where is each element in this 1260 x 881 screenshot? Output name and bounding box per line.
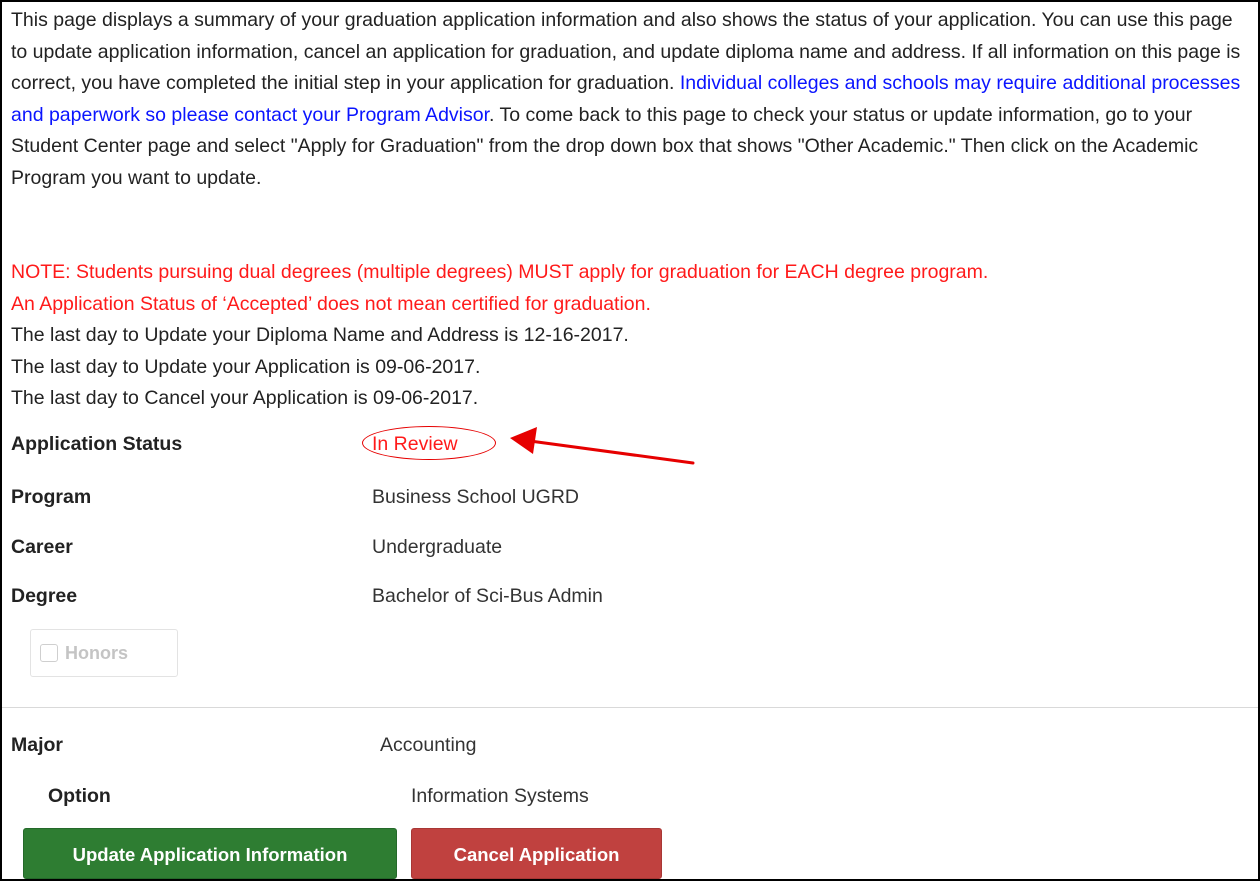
deadline-cancel: The last day to Cancel your Application … <box>11 387 479 409</box>
major-value: Accounting <box>380 734 477 756</box>
career-value: Undergraduate <box>372 536 503 558</box>
section-divider <box>2 707 1258 708</box>
degree-label: Degree <box>11 585 78 607</box>
intro-paragraph: This page displays a summary of your gra… <box>11 5 1251 194</box>
option-value: Information Systems <box>411 785 589 807</box>
notes-and-deadlines: NOTE: Students pursuing dual degrees (mu… <box>11 257 1251 415</box>
career-label: Career <box>11 536 73 558</box>
honors-checkbox[interactable]: Honors <box>30 629 178 677</box>
application-status-label: Application Status <box>11 433 183 455</box>
update-application-button[interactable]: Update Application Information <box>23 828 397 879</box>
program-value: Business School UGRD <box>372 486 579 508</box>
deadline-diploma: The last day to Update your Diploma Name… <box>11 324 629 346</box>
degree-value: Bachelor of Sci-Bus Admin <box>372 585 603 607</box>
cancel-application-button[interactable]: Cancel Application <box>411 828 662 879</box>
checkbox-icon <box>40 644 58 662</box>
option-label: Option <box>48 785 111 807</box>
program-label: Program <box>11 486 92 508</box>
deadline-update: The last day to Update your Application … <box>11 355 481 378</box>
major-label: Major <box>11 734 64 756</box>
accepted-status-note: An Application Status of ‘Accepted’ does… <box>11 292 651 315</box>
honors-label: Honors <box>65 643 128 663</box>
annotation-circle-icon <box>362 426 496 460</box>
dual-degree-note: NOTE: Students pursuing dual degrees (mu… <box>11 261 989 283</box>
graduation-application-panel: This page displays a summary of your gra… <box>0 0 1260 881</box>
